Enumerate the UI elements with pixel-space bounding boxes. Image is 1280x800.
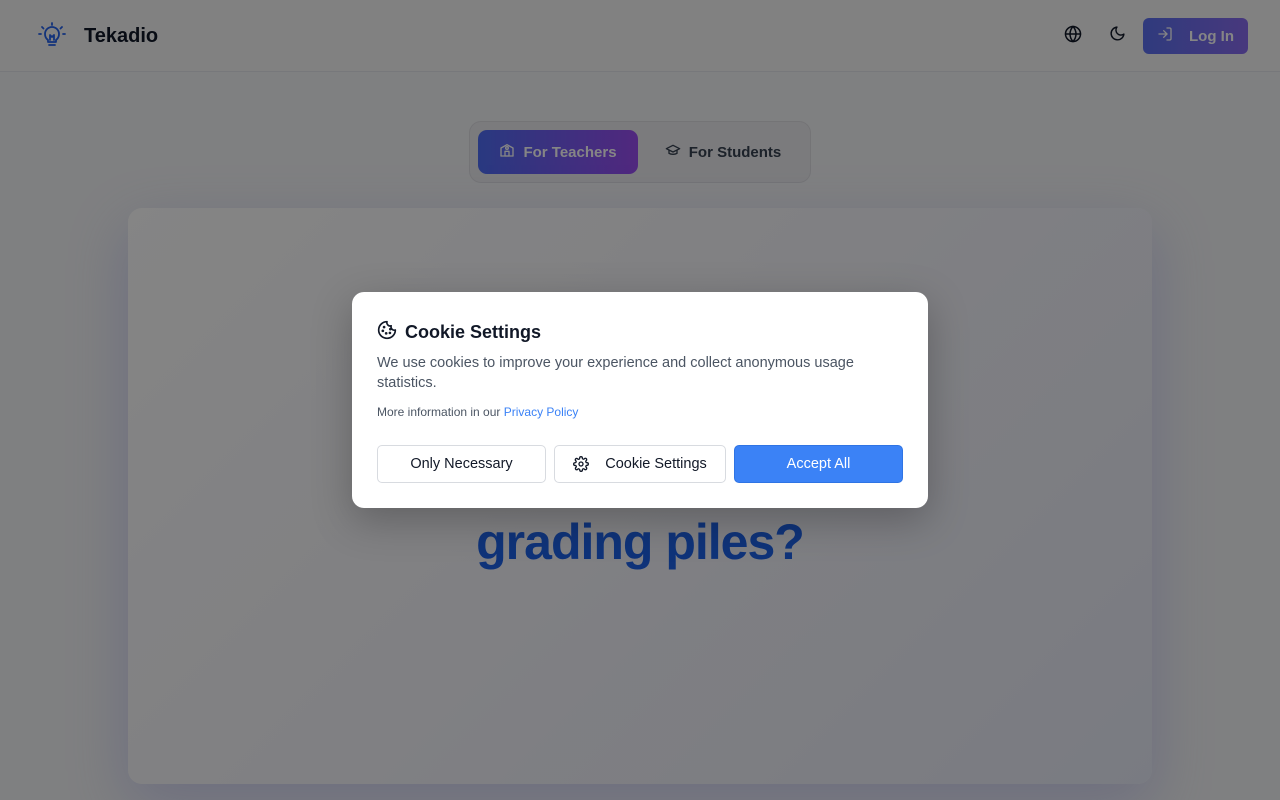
cookie-dialog: Cookie Settings We use cookies to improv… <box>352 292 928 508</box>
privacy-policy-link[interactable]: Privacy Policy <box>504 405 579 419</box>
gear-icon <box>573 456 590 472</box>
dialog-header: Cookie Settings <box>377 320 541 345</box>
cookie-settings-label: Cookie Settings <box>605 456 707 472</box>
only-necessary-button[interactable]: Only Necessary <box>377 445 546 483</box>
privacy-info: More information in our Privacy Policy <box>377 405 578 419</box>
cookie-settings-button[interactable]: Cookie Settings <box>554 445 726 483</box>
dialog-description: We use cookies to improve your experienc… <box>377 355 854 391</box>
accept-all-button[interactable]: Accept All <box>734 445 903 483</box>
cookie-icon <box>377 320 397 345</box>
privacy-prefix: More information in our <box>377 405 504 419</box>
dialog-title: Cookie Settings <box>405 322 542 342</box>
accept-all-label: Accept All <box>786 456 851 472</box>
only-necessary-label: Only Necessary <box>410 456 513 472</box>
